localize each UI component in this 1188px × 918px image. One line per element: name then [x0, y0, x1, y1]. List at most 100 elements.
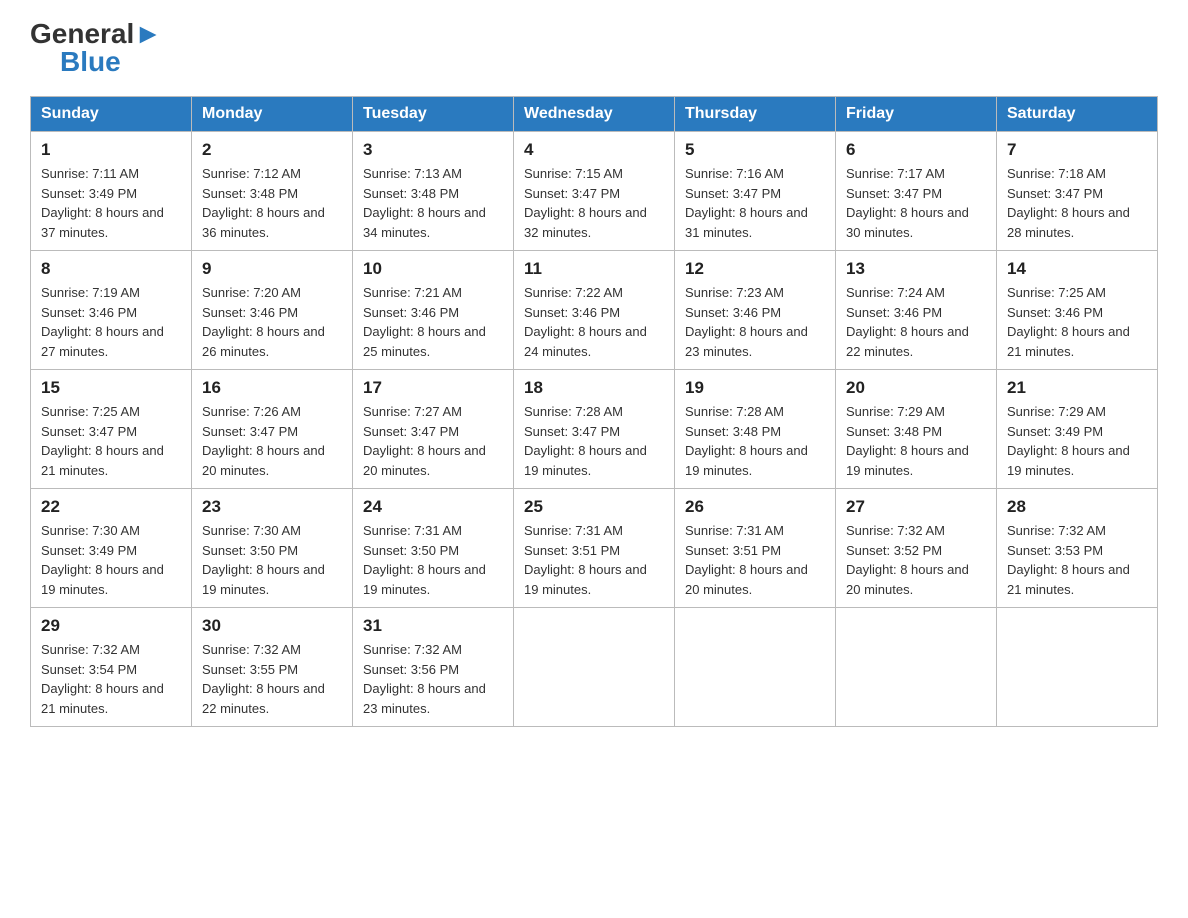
calendar-day-cell: 21 Sunrise: 7:29 AM Sunset: 3:49 PM Dayl… [997, 370, 1158, 489]
day-info: Sunrise: 7:32 AM Sunset: 3:54 PM Dayligh… [41, 640, 181, 718]
day-number: 10 [363, 259, 503, 279]
daylight-label: Daylight: 8 hours and 20 minutes. [202, 443, 325, 478]
day-of-week-header: Tuesday [353, 97, 514, 132]
day-info: Sunrise: 7:30 AM Sunset: 3:49 PM Dayligh… [41, 521, 181, 599]
sunset-label: Sunset: 3:47 PM [1007, 186, 1103, 201]
day-number: 28 [1007, 497, 1147, 517]
calendar-day-cell [514, 608, 675, 727]
sunset-label: Sunset: 3:52 PM [846, 543, 942, 558]
sunset-label: Sunset: 3:47 PM [524, 186, 620, 201]
sunset-label: Sunset: 3:47 PM [846, 186, 942, 201]
calendar-day-cell: 3 Sunrise: 7:13 AM Sunset: 3:48 PM Dayli… [353, 132, 514, 251]
calendar-day-cell: 12 Sunrise: 7:23 AM Sunset: 3:46 PM Dayl… [675, 251, 836, 370]
day-number: 8 [41, 259, 181, 279]
day-info: Sunrise: 7:32 AM Sunset: 3:52 PM Dayligh… [846, 521, 986, 599]
day-of-week-header: Wednesday [514, 97, 675, 132]
day-info: Sunrise: 7:25 AM Sunset: 3:46 PM Dayligh… [1007, 283, 1147, 361]
sunrise-label: Sunrise: 7:21 AM [363, 285, 462, 300]
sunset-label: Sunset: 3:51 PM [524, 543, 620, 558]
page-header: General► Blue [30, 20, 1158, 76]
daylight-label: Daylight: 8 hours and 19 minutes. [363, 562, 486, 597]
day-info: Sunrise: 7:28 AM Sunset: 3:47 PM Dayligh… [524, 402, 664, 480]
calendar-day-cell: 2 Sunrise: 7:12 AM Sunset: 3:48 PM Dayli… [192, 132, 353, 251]
day-number: 23 [202, 497, 342, 517]
calendar-week-row: 15 Sunrise: 7:25 AM Sunset: 3:47 PM Dayl… [31, 370, 1158, 489]
day-number: 19 [685, 378, 825, 398]
day-number: 7 [1007, 140, 1147, 160]
daylight-label: Daylight: 8 hours and 19 minutes. [41, 562, 164, 597]
day-number: 2 [202, 140, 342, 160]
sunset-label: Sunset: 3:46 PM [524, 305, 620, 320]
daylight-label: Daylight: 8 hours and 21 minutes. [1007, 324, 1130, 359]
daylight-label: Daylight: 8 hours and 31 minutes. [685, 205, 808, 240]
day-number: 5 [685, 140, 825, 160]
logo-general-text: General► [30, 20, 162, 48]
sunrise-label: Sunrise: 7:19 AM [41, 285, 140, 300]
daylight-label: Daylight: 8 hours and 19 minutes. [524, 443, 647, 478]
day-info: Sunrise: 7:11 AM Sunset: 3:49 PM Dayligh… [41, 164, 181, 242]
calendar-day-cell: 28 Sunrise: 7:32 AM Sunset: 3:53 PM Dayl… [997, 489, 1158, 608]
day-info: Sunrise: 7:32 AM Sunset: 3:53 PM Dayligh… [1007, 521, 1147, 599]
day-number: 13 [846, 259, 986, 279]
day-number: 29 [41, 616, 181, 636]
day-number: 12 [685, 259, 825, 279]
sunrise-label: Sunrise: 7:11 AM [41, 166, 139, 181]
calendar-day-cell: 1 Sunrise: 7:11 AM Sunset: 3:49 PM Dayli… [31, 132, 192, 251]
sunrise-label: Sunrise: 7:26 AM [202, 404, 301, 419]
daylight-label: Daylight: 8 hours and 19 minutes. [685, 443, 808, 478]
day-number: 25 [524, 497, 664, 517]
sunrise-label: Sunrise: 7:31 AM [524, 523, 623, 538]
calendar-day-cell: 8 Sunrise: 7:19 AM Sunset: 3:46 PM Dayli… [31, 251, 192, 370]
sunrise-label: Sunrise: 7:30 AM [202, 523, 301, 538]
daylight-label: Daylight: 8 hours and 24 minutes. [524, 324, 647, 359]
sunset-label: Sunset: 3:47 PM [524, 424, 620, 439]
calendar-day-cell: 15 Sunrise: 7:25 AM Sunset: 3:47 PM Dayl… [31, 370, 192, 489]
daylight-label: Daylight: 8 hours and 20 minutes. [846, 562, 969, 597]
calendar-day-cell: 16 Sunrise: 7:26 AM Sunset: 3:47 PM Dayl… [192, 370, 353, 489]
sunset-label: Sunset: 3:48 PM [685, 424, 781, 439]
day-number: 15 [41, 378, 181, 398]
sunrise-label: Sunrise: 7:28 AM [685, 404, 784, 419]
daylight-label: Daylight: 8 hours and 28 minutes. [1007, 205, 1130, 240]
sunset-label: Sunset: 3:51 PM [685, 543, 781, 558]
sunset-label: Sunset: 3:46 PM [41, 305, 137, 320]
day-number: 27 [846, 497, 986, 517]
daylight-label: Daylight: 8 hours and 30 minutes. [846, 205, 969, 240]
day-info: Sunrise: 7:31 AM Sunset: 3:51 PM Dayligh… [685, 521, 825, 599]
day-number: 26 [685, 497, 825, 517]
daylight-label: Daylight: 8 hours and 20 minutes. [685, 562, 808, 597]
day-info: Sunrise: 7:32 AM Sunset: 3:55 PM Dayligh… [202, 640, 342, 718]
sunset-label: Sunset: 3:49 PM [41, 543, 137, 558]
day-info: Sunrise: 7:20 AM Sunset: 3:46 PM Dayligh… [202, 283, 342, 361]
sunrise-label: Sunrise: 7:16 AM [685, 166, 784, 181]
sunset-label: Sunset: 3:55 PM [202, 662, 298, 677]
calendar-day-cell: 20 Sunrise: 7:29 AM Sunset: 3:48 PM Dayl… [836, 370, 997, 489]
sunrise-label: Sunrise: 7:24 AM [846, 285, 945, 300]
daylight-label: Daylight: 8 hours and 19 minutes. [1007, 443, 1130, 478]
sunrise-label: Sunrise: 7:29 AM [846, 404, 945, 419]
calendar-day-cell: 23 Sunrise: 7:30 AM Sunset: 3:50 PM Dayl… [192, 489, 353, 608]
calendar-day-cell: 24 Sunrise: 7:31 AM Sunset: 3:50 PM Dayl… [353, 489, 514, 608]
day-number: 11 [524, 259, 664, 279]
day-number: 21 [1007, 378, 1147, 398]
daylight-label: Daylight: 8 hours and 19 minutes. [202, 562, 325, 597]
calendar-day-cell: 7 Sunrise: 7:18 AM Sunset: 3:47 PM Dayli… [997, 132, 1158, 251]
daylight-label: Daylight: 8 hours and 22 minutes. [846, 324, 969, 359]
daylight-label: Daylight: 8 hours and 23 minutes. [363, 681, 486, 716]
day-info: Sunrise: 7:28 AM Sunset: 3:48 PM Dayligh… [685, 402, 825, 480]
sunrise-label: Sunrise: 7:22 AM [524, 285, 623, 300]
sunrise-label: Sunrise: 7:32 AM [846, 523, 945, 538]
day-of-week-header: Friday [836, 97, 997, 132]
calendar-table: SundayMondayTuesdayWednesdayThursdayFrid… [30, 96, 1158, 727]
day-number: 20 [846, 378, 986, 398]
calendar-day-cell: 4 Sunrise: 7:15 AM Sunset: 3:47 PM Dayli… [514, 132, 675, 251]
sunrise-label: Sunrise: 7:12 AM [202, 166, 301, 181]
calendar-week-row: 8 Sunrise: 7:19 AM Sunset: 3:46 PM Dayli… [31, 251, 1158, 370]
day-info: Sunrise: 7:17 AM Sunset: 3:47 PM Dayligh… [846, 164, 986, 242]
sunset-label: Sunset: 3:48 PM [202, 186, 298, 201]
sunrise-label: Sunrise: 7:25 AM [41, 404, 140, 419]
calendar-day-cell [997, 608, 1158, 727]
sunset-label: Sunset: 3:47 PM [363, 424, 459, 439]
day-number: 16 [202, 378, 342, 398]
sunrise-label: Sunrise: 7:31 AM [363, 523, 462, 538]
